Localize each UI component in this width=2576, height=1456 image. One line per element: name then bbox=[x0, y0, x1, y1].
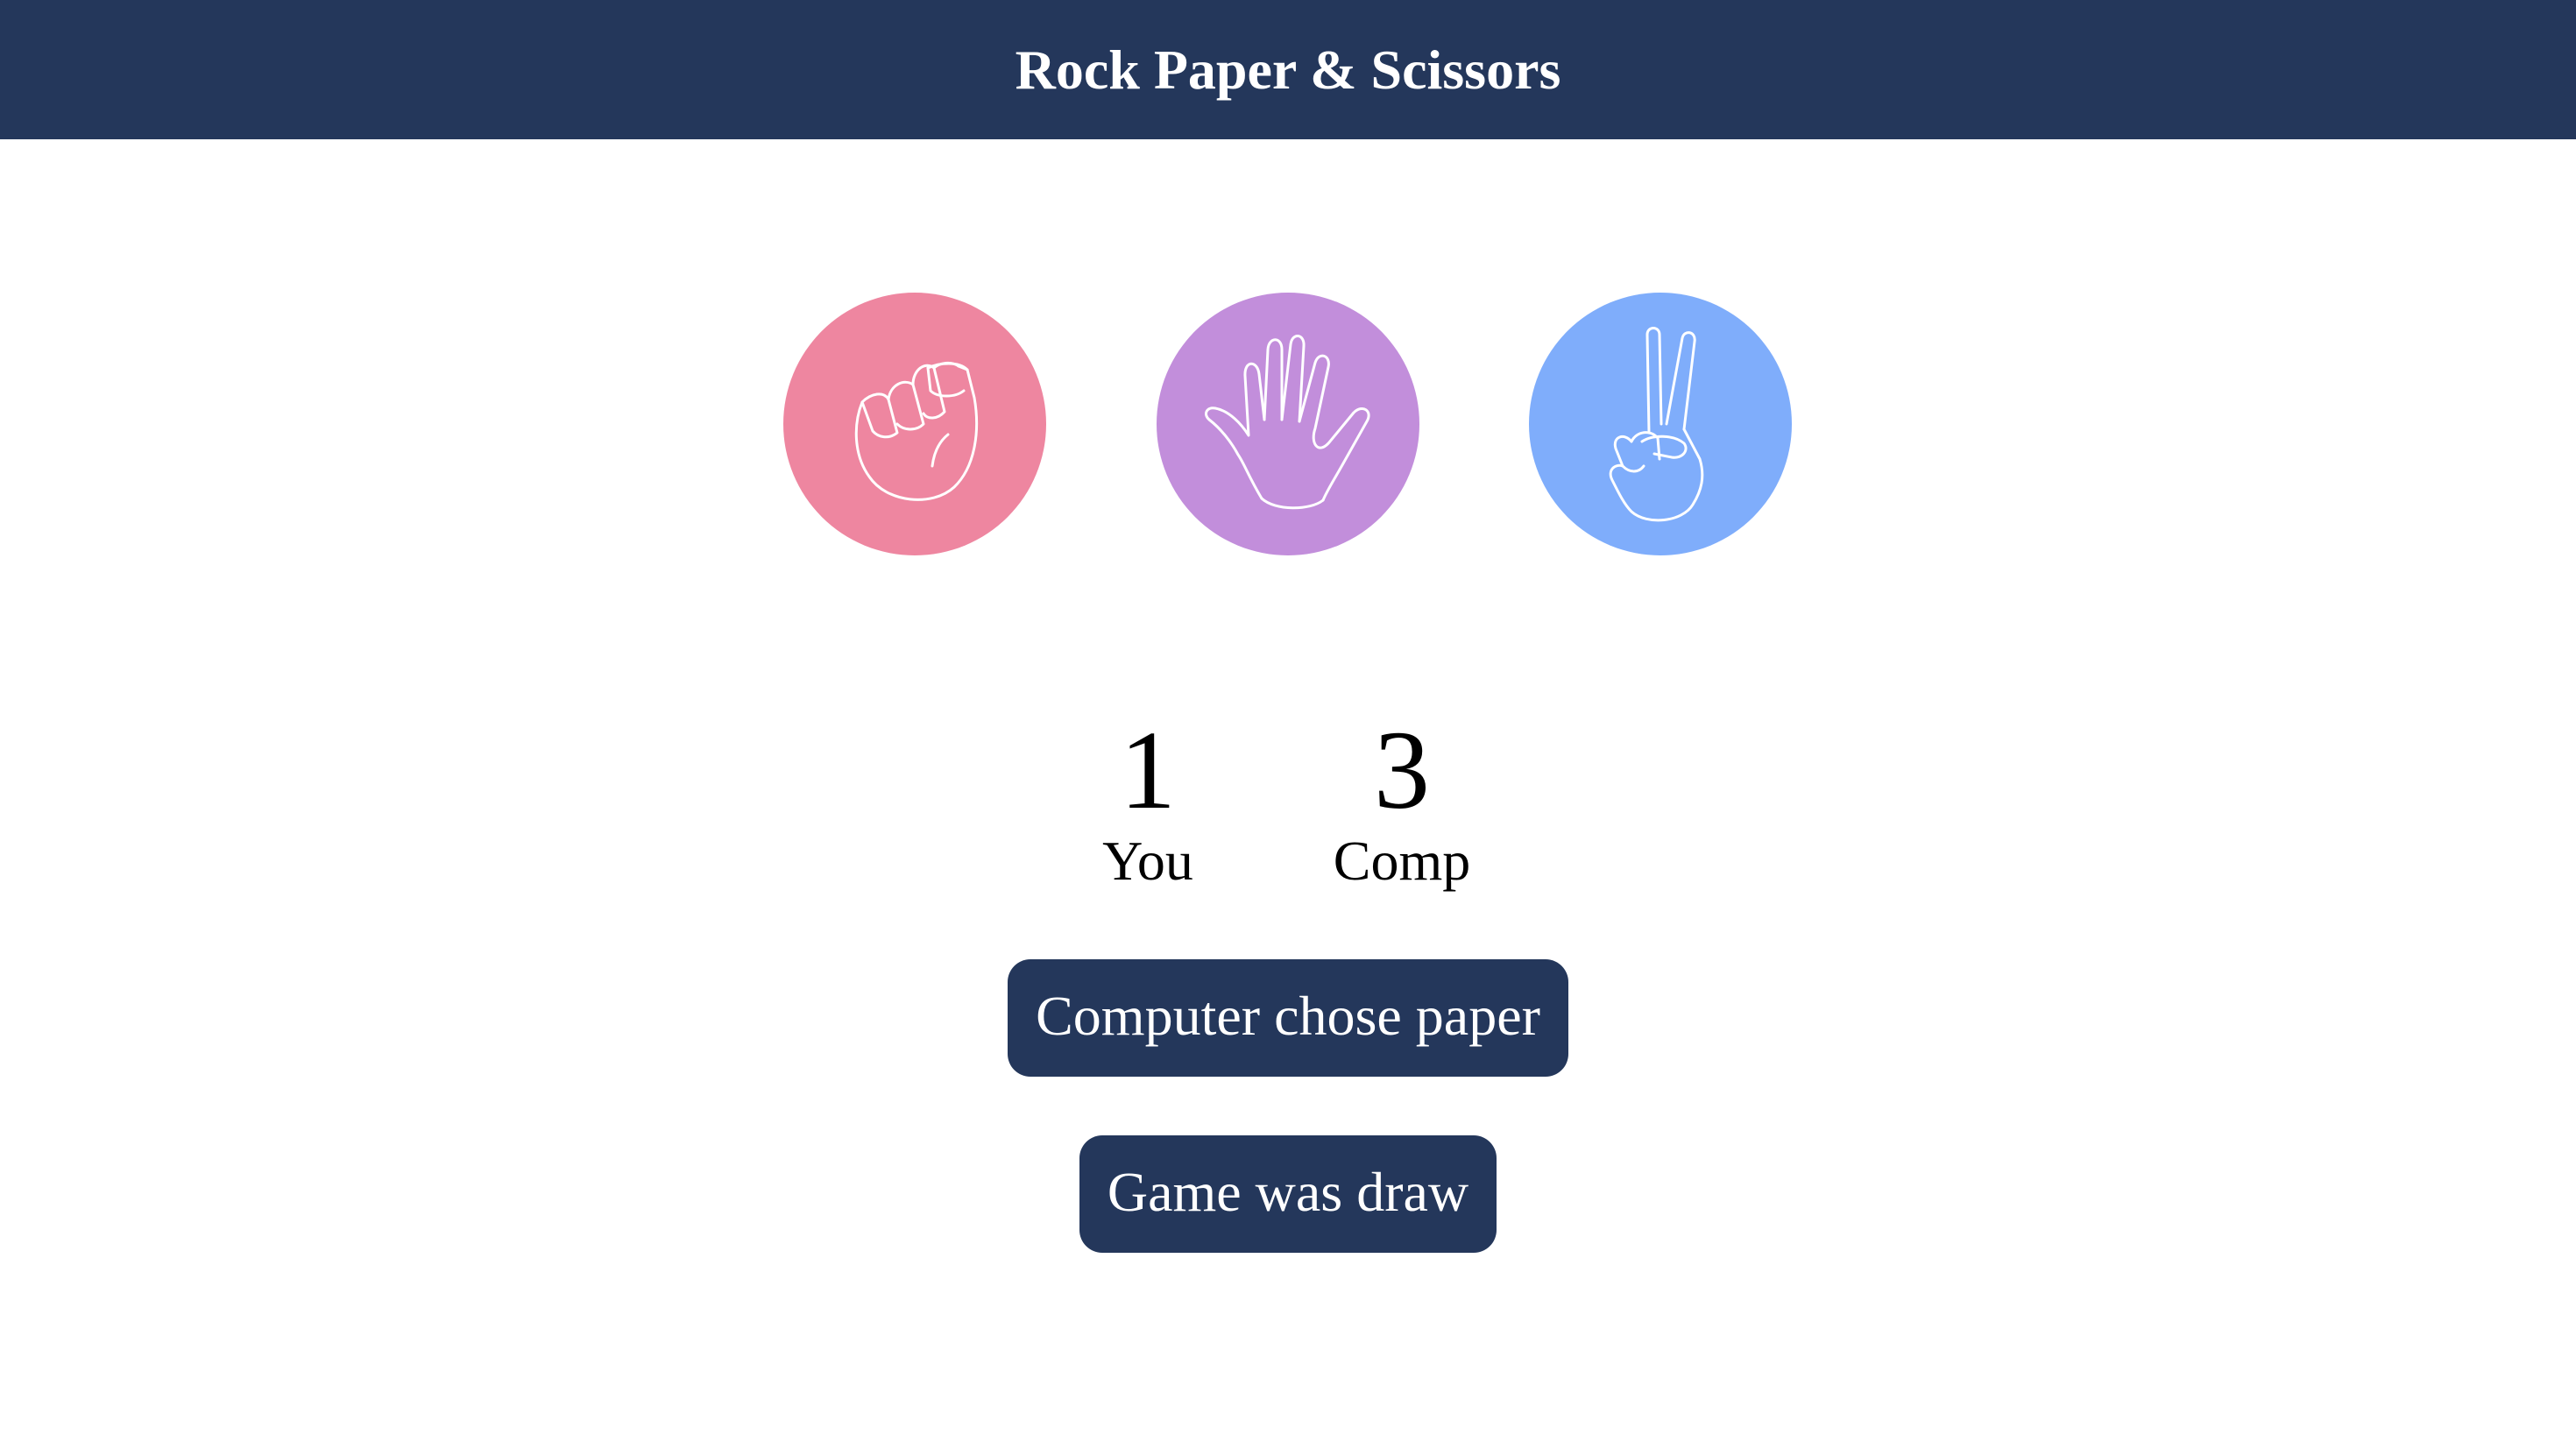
paper-button[interactable] bbox=[1157, 293, 1419, 555]
rock-fist-icon bbox=[854, 361, 979, 501]
comp-score-label: Comp bbox=[1333, 830, 1471, 892]
page-title: Rock Paper & Scissors bbox=[1015, 38, 1561, 101]
comp-score: 3 Comp bbox=[1288, 714, 1516, 889]
computer-choice-text: Computer chose paper bbox=[1008, 959, 1568, 1077]
user-score-label: You bbox=[1102, 830, 1193, 892]
computer-choice-message: Computer chose paper bbox=[0, 959, 2576, 1077]
rock-button[interactable] bbox=[783, 293, 1046, 555]
result-message: Game was draw bbox=[0, 1135, 2576, 1253]
user-score: 1 You bbox=[1034, 714, 1262, 889]
result-text: Game was draw bbox=[1079, 1135, 1497, 1253]
scissors-button[interactable] bbox=[1529, 293, 1792, 555]
scissors-hand-icon bbox=[1609, 327, 1704, 522]
paper-hand-icon bbox=[1205, 335, 1370, 510]
app-header: Rock Paper & Scissors bbox=[0, 0, 2576, 139]
comp-score-value: 3 bbox=[1374, 708, 1430, 832]
user-score-value: 1 bbox=[1120, 708, 1176, 832]
choice-buttons bbox=[0, 293, 2576, 555]
